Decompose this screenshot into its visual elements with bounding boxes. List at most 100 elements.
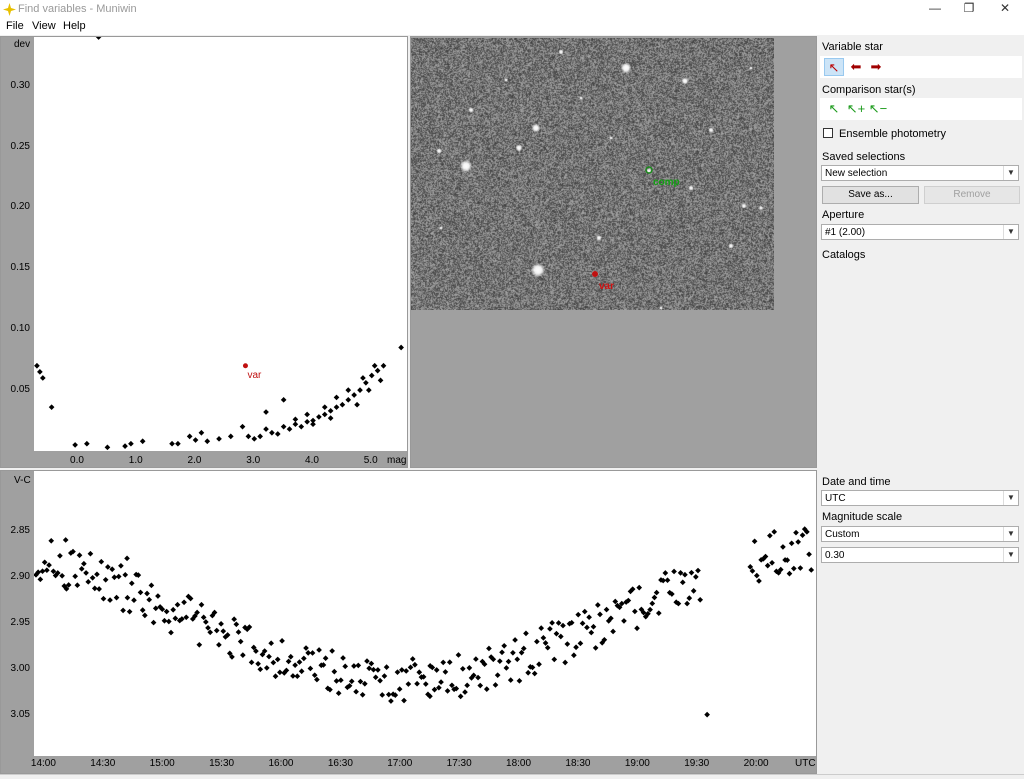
mag-dev-point[interactable] (175, 440, 181, 447)
mag-dev-point[interactable] (339, 401, 346, 408)
light-curve-point[interactable] (664, 577, 671, 584)
light-curve-point[interactable] (507, 677, 514, 683)
mag-dev-point[interactable] (274, 431, 281, 437)
light-curve-point[interactable] (368, 660, 375, 667)
add-comparison-icon[interactable]: ↖+ (846, 100, 866, 118)
light-curve-point[interactable] (81, 560, 87, 567)
light-curve-point[interactable] (274, 656, 281, 663)
mag-dev-point[interactable] (345, 387, 352, 393)
light-curve-point[interactable] (442, 669, 449, 675)
light-curve-point[interactable] (686, 595, 693, 601)
mag-dev-point[interactable] (380, 362, 387, 369)
light-curve-point[interactable] (155, 593, 161, 599)
light-curve-point[interactable] (292, 662, 298, 668)
mag-dev-point[interactable] (192, 437, 199, 443)
mag-dev-point[interactable] (280, 423, 287, 430)
light-curve-point[interactable] (85, 578, 92, 585)
light-curve-point[interactable] (806, 551, 812, 558)
light-curve-point[interactable] (786, 570, 793, 577)
light-curve-point[interactable] (237, 638, 244, 645)
light-curve-point[interactable] (547, 626, 553, 632)
light-curve-point[interactable] (137, 589, 144, 596)
light-curve-point[interactable] (788, 540, 795, 547)
light-curve-point[interactable] (62, 537, 69, 543)
light-curve-point[interactable] (233, 621, 240, 628)
light-curve-point[interactable] (268, 640, 275, 647)
light-curve-point[interactable] (405, 681, 412, 687)
mag-dev-point[interactable] (316, 414, 322, 420)
light-curve-point[interactable] (514, 656, 521, 663)
mag-dev-point[interactable] (371, 362, 378, 369)
light-curve-point[interactable] (203, 619, 209, 625)
light-curve-point[interactable] (218, 620, 224, 627)
light-curve-point[interactable] (165, 618, 172, 625)
light-curve-scatter[interactable] (34, 471, 816, 756)
mag-dev-point[interactable] (310, 421, 316, 428)
light-curve-point[interactable] (331, 668, 338, 675)
light-curve-point[interactable] (39, 568, 46, 575)
mag-dev-point[interactable] (72, 442, 78, 448)
light-curve-point[interactable] (756, 578, 762, 584)
mag-dev-point[interactable] (251, 435, 258, 442)
light-curve-point[interactable] (444, 688, 451, 694)
light-curve-point[interactable] (174, 601, 181, 608)
light-curve-point[interactable] (285, 658, 292, 665)
light-curve-point[interactable] (440, 659, 447, 666)
mag-dev-point[interactable] (263, 426, 269, 432)
light-curve-point[interactable] (351, 663, 357, 669)
light-curve-point[interactable] (486, 645, 492, 652)
light-curve-point[interactable] (333, 678, 340, 684)
light-curve-point[interactable] (216, 642, 222, 648)
light-curve-point[interactable] (372, 674, 379, 681)
light-curve-point[interactable] (795, 539, 802, 545)
light-curve-point[interactable] (422, 681, 429, 687)
light-curve-point[interactable] (579, 620, 586, 627)
light-curve-point[interactable] (359, 691, 366, 698)
light-curve-point[interactable] (586, 614, 592, 621)
light-curve-point[interactable] (335, 690, 342, 697)
light-curve-point[interactable] (653, 589, 660, 596)
light-curve-point[interactable] (142, 612, 148, 619)
aperture-select[interactable]: #1 (2.00) ▼ (821, 224, 1019, 240)
light-curve-point[interactable] (769, 559, 775, 566)
save-as-button[interactable]: Save as... (822, 186, 919, 204)
light-curve-point[interactable] (590, 623, 597, 630)
light-curve-point[interactable] (462, 689, 468, 695)
light-curve-point[interactable] (379, 692, 386, 698)
light-curve-point[interactable] (126, 608, 133, 615)
light-curve-point[interactable] (767, 532, 773, 539)
light-curve-point[interactable] (571, 652, 577, 659)
mag-dev-point[interactable] (304, 418, 310, 425)
light-curve-point[interactable] (560, 622, 566, 629)
light-curve-point[interactable] (168, 629, 174, 636)
light-curve-point[interactable] (542, 640, 549, 646)
light-curve-point[interactable] (684, 600, 690, 607)
light-curve-point[interactable] (181, 599, 187, 606)
light-curve-point[interactable] (128, 580, 135, 587)
light-curve-point[interactable] (505, 658, 512, 665)
mag-dev-point[interactable] (239, 423, 246, 430)
light-curve-point[interactable] (94, 571, 100, 578)
mag-dev-point[interactable] (122, 443, 128, 449)
light-curve-point[interactable] (581, 608, 588, 615)
mag-dev-point[interactable] (298, 423, 305, 430)
light-curve-point[interactable] (632, 608, 638, 615)
light-curve-point[interactable] (588, 629, 595, 636)
light-curve-point[interactable] (161, 617, 168, 624)
light-curve-point[interactable] (377, 677, 383, 684)
maximize-button[interactable]: ❐ (952, 0, 986, 18)
light-curve-point[interactable] (37, 576, 44, 583)
mag-dev-point[interactable] (280, 397, 287, 403)
mag-dev-point[interactable] (128, 440, 134, 447)
mag-dev-point[interactable] (360, 375, 366, 381)
light-curve-point[interactable] (257, 666, 264, 673)
light-curve-point[interactable] (473, 656, 479, 662)
light-curve-point[interactable] (651, 594, 658, 601)
remove-comparison-icon[interactable]: ↖− (868, 100, 888, 118)
light-curve-point[interactable] (671, 568, 677, 575)
light-curve-point[interactable] (492, 682, 499, 688)
light-curve-point[interactable] (494, 672, 501, 678)
light-curve-point[interactable] (523, 630, 529, 637)
light-curve-point[interactable] (316, 647, 322, 653)
light-curve-point[interactable] (693, 574, 699, 580)
